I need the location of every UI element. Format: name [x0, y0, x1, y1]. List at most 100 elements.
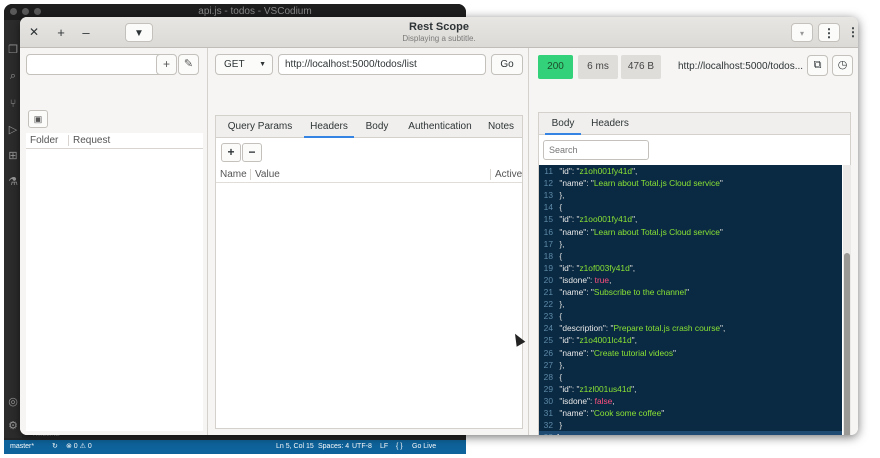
column-request[interactable]: Request — [68, 135, 110, 146]
kebab-menu-icon[interactable]: ⋮ — [843, 23, 858, 42]
code-token: " — [719, 178, 723, 189]
code-token: ": " — [583, 226, 594, 237]
code-token: ": " — [583, 287, 594, 297]
code-line: 11 "id": "z1oh001fy41d", — [539, 165, 842, 177]
line-number: 14 — [543, 202, 553, 213]
line-number: 21 — [543, 287, 553, 297]
explorer-icon[interactable]: ❐ — [7, 44, 19, 56]
code-token: , — [612, 395, 615, 406]
request-list — [26, 149, 203, 431]
code-token: z1of003fy41d — [579, 262, 630, 273]
code-token: " — [661, 408, 665, 418]
line-number: 31 — [543, 408, 553, 418]
code-token: ": — [587, 274, 595, 285]
column-value[interactable]: Value — [250, 169, 280, 180]
response-url: http://localhost:5000/todos... — [678, 61, 804, 72]
line-number: 26 — [543, 347, 553, 358]
response-time-badge: 6 ms — [578, 55, 618, 79]
tab-body[interactable]: Body — [360, 116, 394, 138]
scrollbar[interactable] — [843, 165, 851, 435]
code-token: ": " — [568, 166, 580, 176]
collection-selector[interactable]: ▼ — [26, 54, 172, 75]
tab-notes[interactable]: Notes — [484, 116, 518, 138]
column-name[interactable]: Name — [220, 169, 247, 180]
extensions-icon[interactable]: ⊞ — [7, 150, 19, 162]
code-token: Learn about Total.js Cloud service — [593, 226, 720, 237]
background-window-title: api.js - todos - VSCodium — [198, 6, 312, 17]
code-line: 33] — [539, 431, 842, 435]
indentation[interactable]: Spaces: 4 — [318, 440, 349, 454]
response-body-viewer[interactable]: 11 "id": "z1oh001fy41d", 12 "name": "Lear… — [539, 165, 842, 435]
tab-query-params[interactable]: Query Params — [224, 116, 296, 138]
line-number: 25 — [543, 335, 553, 346]
tab-headers[interactable]: Headers — [304, 116, 354, 138]
more-options-button[interactable]: ⋮ — [818, 23, 840, 42]
go-button[interactable]: Go — [491, 54, 523, 75]
code-token: isdone — [562, 395, 587, 406]
response-panel: Body Headers Search 11 "id": "z1oh001fy4… — [538, 112, 851, 435]
sync-icon[interactable]: ↻ — [52, 440, 58, 454]
code-token: isdone — [562, 274, 587, 285]
search-icon[interactable]: ⌕ — [7, 70, 19, 82]
code-token: ", — [631, 383, 637, 394]
code-token: ] — [557, 432, 559, 435]
line-number: 19 — [543, 262, 553, 273]
history-clock-icon[interactable]: ◷ — [832, 55, 853, 76]
new-folder-icon[interactable]: ▣ — [28, 110, 48, 128]
url-input[interactable]: http://localhost:5000/todos/list — [278, 54, 486, 75]
source-control-icon[interactable]: ⑂ — [7, 98, 19, 110]
cursor-position[interactable]: Ln 5, Col 15 — [276, 440, 314, 454]
line-ending[interactable]: LF — [380, 440, 388, 454]
line-number: 17 — [543, 238, 553, 249]
request-pane: GET ▼ http://localhost:5000/todos/list G… — [209, 48, 529, 435]
add-header-button[interactable]: + — [221, 143, 241, 162]
code-token: ": — [587, 395, 595, 406]
code-token: z1zl001us41d — [579, 383, 632, 394]
code-line: 21 "name": "Subscribe to the channel" — [539, 286, 842, 298]
line-number: 30 — [543, 395, 553, 406]
code-token: name — [562, 178, 584, 189]
dropdown-button[interactable]: ▾ — [791, 23, 813, 42]
code-token: ": " — [583, 178, 594, 189]
code-line: 20 "isdone": true, — [539, 274, 842, 286]
line-number: 18 — [543, 250, 553, 261]
code-token: Create tutorial videos — [593, 347, 674, 358]
settings-gear-icon[interactable]: ⚙ — [7, 420, 19, 432]
tab-authentication[interactable]: Authentication — [400, 116, 480, 138]
column-folder[interactable]: Folder — [30, 135, 58, 146]
code-line: 14 { — [539, 201, 842, 213]
code-token: z1oh001fy41d — [579, 166, 633, 176]
testing-icon[interactable]: ⚗ — [7, 176, 19, 188]
language-mode[interactable]: { } — [396, 440, 403, 454]
account-icon[interactable]: ◎ — [7, 396, 19, 408]
scrollbar-thumb[interactable] — [844, 253, 850, 435]
code-line: 19 "id": "z1of003fy41d", — [539, 262, 842, 274]
code-line: 31 "name": "Cook some coffee" — [539, 407, 842, 419]
line-number: 32 — [543, 420, 553, 431]
search-input[interactable]: Search — [543, 140, 649, 160]
line-number: 23 — [543, 311, 553, 322]
method-value: GET — [224, 59, 245, 70]
remove-header-button[interactable]: − — [242, 143, 262, 162]
code-token: ": " — [568, 383, 580, 394]
method-selector[interactable]: GET ▼ — [215, 54, 273, 75]
debug-icon[interactable]: ▷ — [7, 124, 19, 136]
column-active[interactable]: Active — [490, 169, 522, 180]
code-token: { — [557, 250, 563, 261]
encoding[interactable]: UTF-8 — [352, 440, 372, 454]
problems-indicator[interactable]: ⊗ 0 ⚠ 0 — [66, 440, 92, 454]
code-token: { — [557, 371, 563, 382]
tab-response-body[interactable]: Body — [545, 113, 581, 135]
copy-icon[interactable]: ⧉ — [807, 55, 828, 76]
response-size-badge: 476 B — [621, 55, 661, 79]
tab-response-headers[interactable]: Headers — [587, 113, 633, 135]
edit-collection-button[interactable]: ✎ — [178, 54, 199, 75]
code-token: { — [557, 311, 563, 322]
go-live-button[interactable]: Go Live — [412, 440, 436, 454]
headers-table-header: Name Value Active — [216, 167, 522, 183]
code-token: name — [562, 226, 584, 237]
branch-indicator[interactable]: master* — [10, 440, 34, 454]
code-token: ", — [629, 262, 636, 273]
add-collection-button[interactable]: + — [156, 54, 177, 75]
code-line: 22 }, — [539, 298, 842, 310]
